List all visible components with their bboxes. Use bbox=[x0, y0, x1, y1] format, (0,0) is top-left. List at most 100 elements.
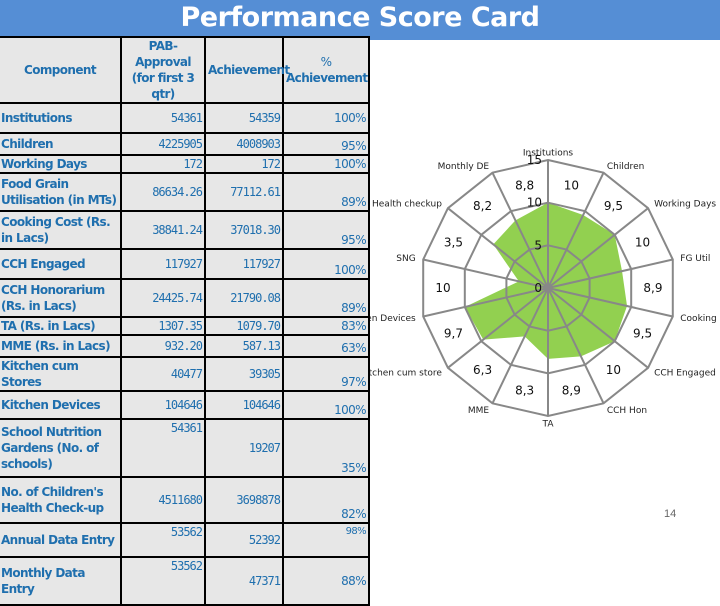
table-header-row: Component PAB-Approval (for first 3 qtr) … bbox=[0, 36, 370, 104]
value-label: 10 bbox=[435, 281, 450, 295]
value-label: 10 bbox=[606, 363, 621, 377]
scale-tick-label: 0 bbox=[534, 281, 542, 295]
value-label: 3,5 bbox=[444, 235, 463, 249]
achievement-cell: 37018.30 bbox=[204, 210, 284, 250]
percent-cell: 82% bbox=[282, 476, 370, 524]
achievement-cell: 47371 bbox=[204, 556, 284, 606]
achievement-cell: 1079.70 bbox=[204, 316, 284, 336]
value-label: 6,3 bbox=[473, 363, 492, 377]
component-cell: No. of Children's Health Check-up bbox=[0, 476, 122, 524]
percent-cell: 95% bbox=[282, 210, 370, 250]
table-row: Working Days 172 172 100% bbox=[0, 154, 370, 174]
achievement-cell: 19207 bbox=[204, 418, 284, 478]
component-cell: Cooking Cost (Rs. in Lacs) bbox=[0, 210, 122, 250]
percent-cell: 95% bbox=[282, 132, 370, 156]
percent-cell: 83% bbox=[282, 316, 370, 336]
table-row: Children 4225905 4008903 95% bbox=[0, 132, 370, 156]
approval-cell: 1307.35 bbox=[120, 316, 206, 336]
header-achievement: Achievement bbox=[204, 36, 290, 104]
value-label: 8,9 bbox=[643, 281, 662, 295]
table-row: School Nutrition Gardens (No. of schools… bbox=[0, 418, 370, 478]
axis-label: CCH Engaged bbox=[654, 369, 716, 379]
achievement-cell: 52392 bbox=[204, 522, 284, 558]
axis-label: Children bbox=[607, 162, 644, 172]
header-pab-line2: (for first 3 qtr) bbox=[131, 71, 195, 101]
achievement-cell: 117927 bbox=[204, 248, 284, 280]
header-pct-line1: % bbox=[320, 55, 332, 69]
approval-cell: 932.20 bbox=[120, 334, 206, 358]
axis-label: Cooking Co bbox=[680, 314, 720, 324]
axis-label: MME bbox=[468, 406, 490, 416]
value-label: 10 bbox=[635, 235, 650, 249]
value-label: 9,5 bbox=[633, 327, 652, 341]
table-row: Cooking Cost (Rs. in Lacs) 38841.24 37018.… bbox=[0, 210, 370, 250]
component-cell: Annual Data Entry bbox=[0, 522, 122, 558]
approval-cell: 4511680 bbox=[120, 476, 206, 524]
page-number: 14 bbox=[664, 508, 677, 520]
approval-cell: 4225905 bbox=[120, 132, 206, 156]
achievement-cell: 21790.08 bbox=[204, 278, 284, 318]
percent-cell: 63% bbox=[282, 334, 370, 358]
scale-tick-label: 15 bbox=[527, 153, 542, 167]
table-row: Food Grain Utilisation (in MTs) 86634.26 7… bbox=[0, 172, 370, 212]
component-cell: Food Grain Utilisation (in MTs) bbox=[0, 172, 122, 212]
table-row: MME (Rs. in Lacs) 932.20 587.13 63% bbox=[0, 334, 370, 358]
percent-cell: 100% bbox=[282, 248, 370, 280]
axis-label: Monthly DE bbox=[438, 162, 490, 172]
component-cell: School Nutrition Gardens (No. of schools… bbox=[0, 418, 122, 478]
radar-svg: InstitutionsChildrenWorking DaysFG UtilC… bbox=[344, 148, 720, 429]
header-pct-line2: Achievement bbox=[286, 71, 368, 85]
achievement-cell: 77112.61 bbox=[204, 172, 284, 212]
component-cell: Kitchen Devices bbox=[0, 390, 122, 420]
percent-cell: 89% bbox=[282, 278, 370, 318]
table-row: CCH Engaged 117927 117927 100% bbox=[0, 248, 370, 280]
value-label: 9,7 bbox=[444, 327, 463, 341]
axis-label: SNG bbox=[396, 254, 415, 264]
approval-cell: 54361 bbox=[120, 102, 206, 134]
axis-label: CCH Hon bbox=[607, 406, 647, 416]
approval-cell: 54361 bbox=[120, 418, 206, 478]
table-row: No. of Children's Health Check-up 4511680… bbox=[0, 476, 370, 524]
approval-cell: 86634.26 bbox=[120, 172, 206, 212]
table-row: Kitchen cum Stores 40477 39305 97% bbox=[0, 356, 370, 392]
achievement-cell: 39305 bbox=[204, 356, 284, 392]
header-pab-line1: PAB-Approval bbox=[135, 39, 191, 69]
approval-cell: 38841.24 bbox=[120, 210, 206, 250]
approval-cell: 53562 bbox=[120, 522, 206, 558]
component-cell: Kitchen cum Stores bbox=[0, 356, 122, 392]
component-cell: Institutions bbox=[0, 102, 122, 134]
percent-cell: 100% bbox=[282, 154, 370, 174]
value-label: 8,9 bbox=[562, 383, 581, 397]
score-table: Component PAB-Approval (for first 3 qtr) … bbox=[0, 36, 370, 606]
approval-cell: 53562 bbox=[120, 556, 206, 606]
radar-chart: Institutions Children Working Days FG Util C… bbox=[344, 130, 720, 430]
value-label: 8,2 bbox=[473, 199, 492, 213]
percent-cell: 100% bbox=[282, 390, 370, 420]
component-cell: Working Days bbox=[0, 154, 122, 174]
approval-cell: 40477 bbox=[120, 356, 206, 392]
component-cell: Children bbox=[0, 132, 122, 156]
title-bar: Performance Score Card bbox=[0, 0, 720, 40]
table-row: Monthly Data Entry 53562 47371 88% bbox=[0, 556, 370, 606]
table-row: CCH Honorarium (Rs. in Lacs) 24425.74 2179… bbox=[0, 278, 370, 318]
value-label: 9,5 bbox=[604, 199, 623, 213]
percent-cell: 100% bbox=[282, 102, 370, 134]
achievement-cell: 587.13 bbox=[204, 334, 284, 358]
table-row: Annual Data Entry 53562 52392 98% bbox=[0, 522, 370, 558]
percent-cell: 35% bbox=[282, 418, 370, 478]
component-cell: CCH Engaged bbox=[0, 248, 122, 280]
component-cell: CCH Honorarium (Rs. in Lacs) bbox=[0, 278, 122, 318]
achievement-cell: 104646 bbox=[204, 390, 284, 420]
axis-label: Working Days bbox=[654, 199, 716, 209]
component-cell: MME (Rs. in Lacs) bbox=[0, 334, 122, 358]
value-label: 8,8 bbox=[515, 179, 534, 193]
value-label: 8,3 bbox=[515, 383, 534, 397]
header-pab-approval: PAB-Approval (for first 3 qtr) bbox=[120, 36, 206, 104]
table-row: TA (Rs. in Lacs) 1307.35 1079.70 83% bbox=[0, 316, 370, 336]
axis-label: Kitchen cum store bbox=[370, 369, 442, 379]
table-row: Kitchen Devices 104646 104646 100% bbox=[0, 390, 370, 420]
approval-cell: 104646 bbox=[120, 390, 206, 420]
percent-cell: 98% bbox=[282, 522, 370, 558]
value-label: 10 bbox=[564, 179, 579, 193]
axis-label: Kitchen Devices bbox=[370, 314, 416, 324]
